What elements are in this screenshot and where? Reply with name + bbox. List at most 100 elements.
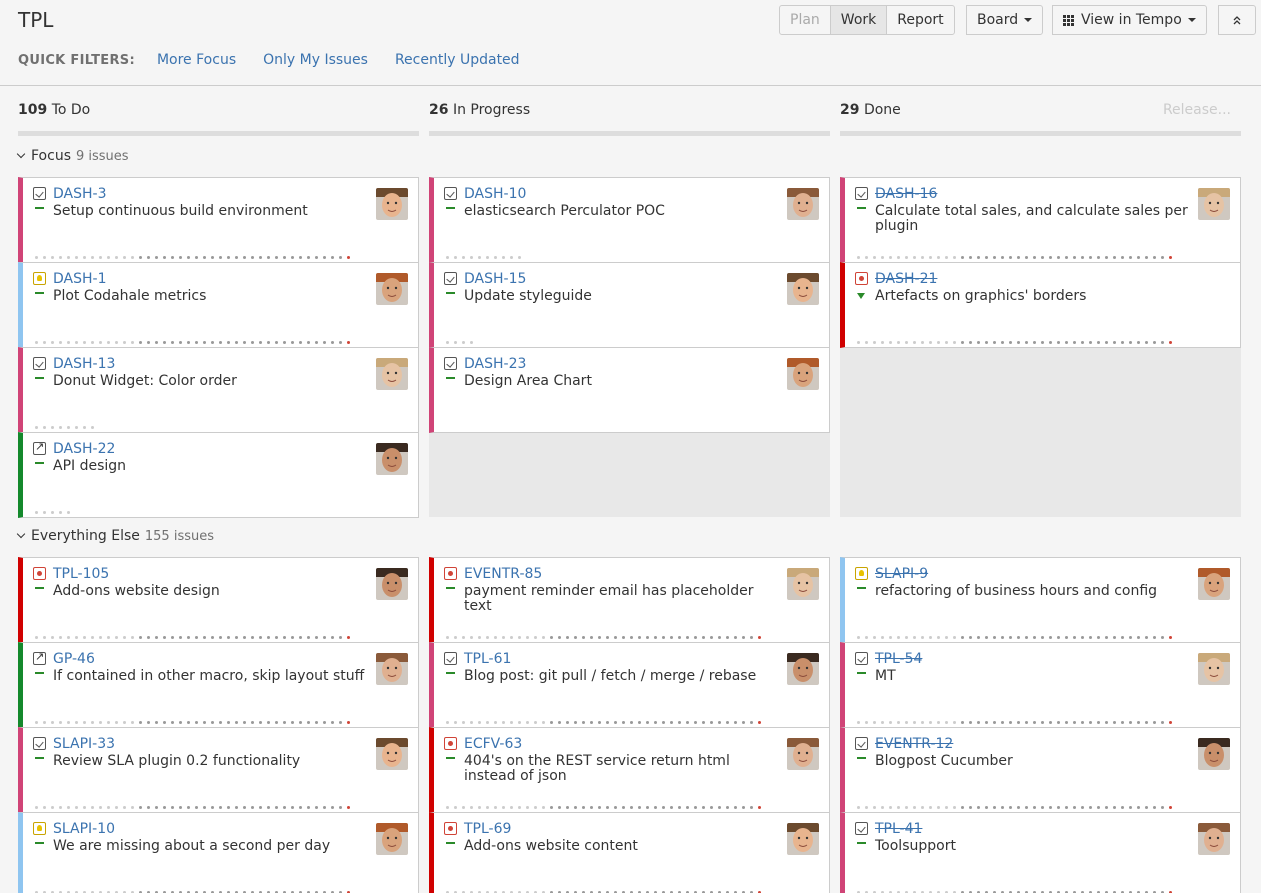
quick-filter-only-my-issues[interactable]: Only My Issues (263, 52, 368, 68)
issue-card[interactable]: EVENTR-12 Blogpost Cucumber (840, 727, 1241, 813)
issue-card[interactable]: TPL-41 Toolsupport (840, 812, 1241, 893)
issue-card[interactable]: EVENTR-85 payment reminder email has plac… (429, 557, 830, 643)
issue-summary: Add-ons website design (53, 583, 220, 599)
issue-key-link[interactable]: DASH-1 (53, 271, 106, 287)
issue-key-link[interactable]: TPL-54 (875, 651, 922, 667)
priority-minor-icon (857, 757, 866, 759)
board-dropdown-button[interactable]: Board (966, 5, 1044, 35)
swimlane-name: Focus (31, 148, 71, 164)
swimlane-focus[interactable]: Focus 9 issues (16, 148, 129, 164)
issue-card[interactable]: DASH-13 Donut Widget: Color order (18, 347, 419, 433)
task-icon (444, 272, 457, 285)
issue-card[interactable]: DASH-21 Artefacts on graphics' borders (840, 262, 1241, 348)
issue-card[interactable]: SLAPI-9 refactoring of business hours and… (840, 557, 1241, 643)
issue-key-link[interactable]: DASH-13 (53, 356, 115, 372)
double-chevron-up-icon (1233, 16, 1241, 25)
issue-card[interactable]: DASH-3 Setup continuous build environment (18, 177, 419, 263)
issue-card[interactable]: SLAPI-10 We are missing about a second pe… (18, 812, 419, 893)
improvement-icon (33, 650, 46, 665)
quick-filter-recently-updated[interactable]: Recently Updated (395, 52, 520, 68)
work-mode-button[interactable]: Work (829, 5, 888, 35)
issue-key-link[interactable]: DASH-3 (53, 186, 106, 202)
issue-key-link[interactable]: SLAPI-10 (53, 821, 115, 837)
issue-card[interactable]: DASH-16 Calculate total sales, and calcul… (840, 177, 1241, 263)
assignee-avatar (787, 568, 819, 600)
issue-card[interactable]: DASH-1 Plot Codahale metrics (18, 262, 419, 348)
issue-key-link[interactable]: SLAPI-33 (53, 736, 115, 752)
issue-key-link[interactable]: EVENTR-12 (875, 736, 953, 752)
task-icon (855, 187, 868, 200)
issue-key-link[interactable]: DASH-22 (53, 441, 115, 457)
release-link[interactable]: Release... (1163, 102, 1231, 118)
task-icon (855, 822, 868, 835)
issue-key-link[interactable]: DASH-23 (464, 356, 526, 372)
issue-key-link[interactable]: SLAPI-9 (875, 566, 928, 582)
days-in-column-indicator (35, 511, 75, 515)
issue-summary: We are missing about a second per day (53, 838, 331, 854)
swimlane-count: 9 issues (75, 149, 129, 164)
issue-key-link[interactable]: TPL-41 (875, 821, 922, 837)
quick-filters-bar: QUICK FILTERS: More Focus Only My Issues… (18, 52, 547, 68)
issue-key-link[interactable]: DASH-16 (875, 186, 937, 202)
issue-key-link[interactable]: DASH-21 (875, 271, 937, 287)
quick-filter-more-focus[interactable]: More Focus (157, 52, 236, 68)
plan-mode-button[interactable]: Plan (779, 5, 831, 35)
quick-filters-label: QUICK FILTERS: (18, 52, 135, 68)
assignee-avatar (787, 653, 819, 685)
days-in-column-indicator (857, 636, 1177, 640)
chevron-down-icon (16, 149, 26, 159)
days-in-column-indicator (35, 636, 355, 640)
issue-key-link[interactable]: ECFV-63 (464, 736, 522, 752)
issue-card[interactable]: TPL-105 Add-ons website design (18, 557, 419, 643)
days-in-column-indicator (446, 806, 766, 810)
issue-key-link[interactable]: GP-46 (53, 651, 95, 667)
issue-card[interactable]: TPL-61 Blog post: git pull / fetch / merg… (429, 642, 830, 728)
issue-card[interactable]: DASH-10 elasticsearch Perculator POC (429, 177, 830, 263)
report-mode-button[interactable]: Report (886, 5, 955, 35)
issue-summary: Plot Codahale metrics (53, 288, 207, 304)
days-in-column-indicator (446, 721, 766, 725)
issue-key-link[interactable]: TPL-69 (464, 821, 511, 837)
column-name: Done (863, 102, 901, 118)
task-icon (33, 187, 46, 200)
issue-card[interactable]: TPL-69 Add-ons website content (429, 812, 830, 893)
assignee-avatar (787, 823, 819, 855)
issue-card[interactable]: GP-46If contained in other macro, skip l… (18, 642, 419, 728)
issue-key-link[interactable]: EVENTR-85 (464, 566, 542, 582)
task-icon (33, 737, 46, 750)
issue-card[interactable]: DASH-23 Design Area Chart (429, 347, 830, 433)
assignee-avatar (787, 188, 819, 220)
issue-card[interactable]: DASH-22API design (18, 432, 419, 518)
issue-card[interactable]: SLAPI-33 Review SLA plugin 0.2 functional… (18, 727, 419, 813)
issue-card[interactable]: ECFV-63 404's on the REST service return … (429, 727, 830, 813)
issue-summary: Blog post: git pull / fetch / merge / re… (464, 668, 757, 684)
idea-icon (33, 822, 46, 835)
issue-key-link[interactable]: DASH-15 (464, 271, 526, 287)
task-icon (855, 737, 868, 750)
assignee-avatar (376, 653, 408, 685)
days-in-column-indicator (446, 256, 526, 260)
issue-card[interactable]: TPL-54 MT (840, 642, 1241, 728)
empty-cell (840, 347, 1241, 517)
column-header-done: 29 Done Release... (840, 102, 1241, 136)
task-icon (444, 652, 457, 665)
assignee-avatar (376, 188, 408, 220)
issue-key-link[interactable]: DASH-10 (464, 186, 526, 202)
issue-summary: Setup continuous build environment (53, 203, 308, 219)
column-header-in-progress: 26 In Progress (429, 102, 830, 136)
issue-card[interactable]: DASH-15 Update styleguide (429, 262, 830, 348)
issue-key-link[interactable]: TPL-61 (464, 651, 511, 667)
board-dropdown-label: Board (977, 12, 1019, 28)
assignee-avatar (787, 273, 819, 305)
swimlane-everything-else[interactable]: Everything Else 155 issues (16, 528, 214, 544)
issue-key-link[interactable]: TPL-105 (53, 566, 109, 582)
priority-minor-icon (35, 587, 44, 589)
task-icon (855, 652, 868, 665)
assignee-avatar (376, 273, 408, 305)
collapse-header-button[interactable] (1218, 5, 1256, 35)
priority-minor-icon (35, 207, 44, 209)
view-in-tempo-button[interactable]: View in Tempo (1052, 5, 1207, 35)
column-count: 109 (18, 102, 48, 118)
priority-minor-icon (446, 587, 455, 589)
days-in-column-indicator (35, 256, 355, 260)
